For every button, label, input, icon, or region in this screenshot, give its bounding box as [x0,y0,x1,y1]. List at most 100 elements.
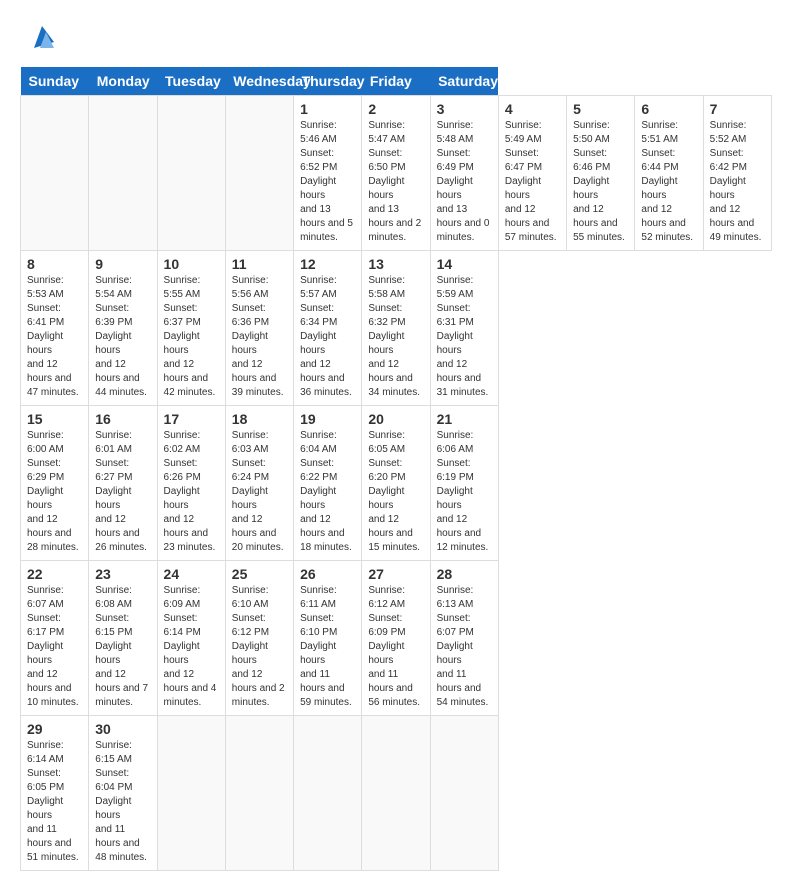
logo [20,20,58,57]
calendar-cell: 19 Sunrise: 6:04 AMSunset: 6:22 PMDayligh… [294,406,362,561]
day-number: 7 [710,101,765,117]
page-header [20,20,772,57]
calendar-body: 1Sunrise: 5:46 AMSunset: 6:52 PMDaylight… [21,96,772,871]
calendar-cell: 13 Sunrise: 5:58 AMSunset: 6:32 PMDayligh… [362,251,430,406]
day-info: Sunrise: 6:14 AMSunset: 6:05 PMDaylight … [27,739,82,865]
calendar-cell: 23Sunrise: 6:08 AMSunset: 6:15 PMDayligh… [89,561,157,716]
day-info: Sunrise: 5:59 AMSunset: 6:31 PMDaylight … [437,274,492,400]
calendar-cell: 1Sunrise: 5:46 AMSunset: 6:52 PMDaylight… [294,96,362,251]
calendar-cell: 29 Sunrise: 6:14 AMSunset: 6:05 PMDayligh… [21,716,89,871]
day-info: Sunrise: 6:13 AMSunset: 6:07 PMDaylight … [437,584,492,710]
weekday-header-sunday: Sunday [21,67,89,96]
logo-icon [26,20,58,57]
calendar-cell: 2 Sunrise: 5:47 AMSunset: 6:50 PMDaylight… [362,96,430,251]
day-info: Sunrise: 5:49 AMSunset: 6:47 PMDaylight … [505,119,560,245]
calendar-cell [225,96,293,251]
day-number: 19 [300,411,355,427]
weekday-header-monday: Monday [89,67,157,96]
calendar-cell: 10 Sunrise: 5:55 AMSunset: 6:37 PMDayligh… [157,251,225,406]
calendar-cell [294,716,362,871]
day-info: Sunrise: 6:02 AMSunset: 6:26 PMDaylight … [164,429,219,555]
day-info: Sunrise: 5:48 AMSunset: 6:49 PMDaylight … [437,119,492,245]
day-number: 23 [95,566,150,582]
calendar-cell [225,716,293,871]
day-info: Sunrise: 5:52 AMSunset: 6:42 PMDaylight … [710,119,765,245]
day-number: 17 [164,411,219,427]
day-number: 12 [300,256,355,272]
day-number: 6 [641,101,696,117]
day-info: Sunrise: 5:56 AMSunset: 6:36 PMDaylight … [232,274,287,400]
day-number: 20 [368,411,423,427]
calendar-cell: 11 Sunrise: 5:56 AMSunset: 6:36 PMDayligh… [225,251,293,406]
calendar-cell [362,716,430,871]
calendar-cell: 5Sunrise: 5:50 AMSunset: 6:46 PMDaylight… [567,96,635,251]
day-info: Sunrise: 6:12 AMSunset: 6:09 PMDaylight … [368,584,423,710]
day-info: Sunrise: 6:06 AMSunset: 6:19 PMDaylight … [437,429,492,555]
day-info: Sunrise: 5:58 AMSunset: 6:32 PMDaylight … [368,274,423,400]
calendar-cell [21,96,89,251]
day-info: Sunrise: 5:47 AMSunset: 6:50 PMDaylight … [368,119,423,245]
day-number: 21 [437,411,492,427]
calendar-cell: 24 Sunrise: 6:09 AMSunset: 6:14 PMDayligh… [157,561,225,716]
weekday-header-saturday: Saturday [430,67,498,96]
day-info: Sunrise: 6:04 AMSunset: 6:22 PMDaylight … [300,429,355,555]
calendar-cell: 28 Sunrise: 6:13 AMSunset: 6:07 PMDayligh… [430,561,498,716]
day-number: 16 [95,411,150,427]
day-info: Sunrise: 5:54 AMSunset: 6:39 PMDaylight … [95,274,150,400]
day-info: Sunrise: 5:51 AMSunset: 6:44 PMDaylight … [641,119,696,245]
day-info: Sunrise: 5:55 AMSunset: 6:37 PMDaylight … [164,274,219,400]
day-info: Sunrise: 6:05 AMSunset: 6:20 PMDaylight … [368,429,423,555]
day-number: 28 [437,566,492,582]
weekday-header-thursday: Thursday [294,67,362,96]
day-info: Sunrise: 5:53 AMSunset: 6:41 PMDaylight … [27,274,82,400]
day-number: 5 [573,101,628,117]
day-number: 11 [232,256,287,272]
day-number: 2 [368,101,423,117]
day-info: Sunrise: 6:03 AMSunset: 6:24 PMDaylight … [232,429,287,555]
day-number: 26 [300,566,355,582]
day-number: 15 [27,411,82,427]
day-number: 4 [505,101,560,117]
calendar-cell [430,716,498,871]
calendar-cell: 4 Sunrise: 5:49 AMSunset: 6:47 PMDaylight… [498,96,566,251]
weekday-header-wednesday: Wednesday [225,67,293,96]
day-number: 29 [27,721,82,737]
calendar-cell [157,96,225,251]
calendar-cell: 15Sunrise: 6:00 AMSunset: 6:29 PMDayligh… [21,406,89,561]
day-number: 8 [27,256,82,272]
day-number: 3 [437,101,492,117]
calendar-cell: 27 Sunrise: 6:12 AMSunset: 6:09 PMDayligh… [362,561,430,716]
day-info: Sunrise: 6:11 AMSunset: 6:10 PMDaylight … [300,584,355,710]
calendar-header-row: SundayMondayTuesdayWednesdayThursdayFrid… [21,67,772,96]
calendar-cell: 25Sunrise: 6:10 AMSunset: 6:12 PMDayligh… [225,561,293,716]
calendar-week-4: 22 Sunrise: 6:07 AMSunset: 6:17 PMDayligh… [21,561,772,716]
calendar-cell: 30Sunrise: 6:15 AMSunset: 6:04 PMDayligh… [89,716,157,871]
calendar-cell: 12Sunrise: 5:57 AMSunset: 6:34 PMDayligh… [294,251,362,406]
calendar-cell: 16Sunrise: 6:01 AMSunset: 6:27 PMDayligh… [89,406,157,561]
calendar-cell: 9 Sunrise: 5:54 AMSunset: 6:39 PMDaylight… [89,251,157,406]
calendar-week-5: 29 Sunrise: 6:14 AMSunset: 6:05 PMDayligh… [21,716,772,871]
calendar-cell: 20 Sunrise: 6:05 AMSunset: 6:20 PMDayligh… [362,406,430,561]
day-number: 27 [368,566,423,582]
day-info: Sunrise: 6:09 AMSunset: 6:14 PMDaylight … [164,584,219,710]
day-number: 24 [164,566,219,582]
weekday-header-friday: Friday [362,67,430,96]
calendar-cell: 26 Sunrise: 6:11 AMSunset: 6:10 PMDayligh… [294,561,362,716]
calendar-cell: 21 Sunrise: 6:06 AMSunset: 6:19 PMDayligh… [430,406,498,561]
day-number: 22 [27,566,82,582]
day-info: Sunrise: 6:07 AMSunset: 6:17 PMDaylight … [27,584,82,710]
day-number: 9 [95,256,150,272]
weekday-header-tuesday: Tuesday [157,67,225,96]
day-number: 14 [437,256,492,272]
day-info: Sunrise: 6:10 AMSunset: 6:12 PMDaylight … [232,584,287,710]
day-number: 10 [164,256,219,272]
calendar-table: SundayMondayTuesdayWednesdayThursdayFrid… [20,67,772,871]
calendar-cell: 17 Sunrise: 6:02 AMSunset: 6:26 PMDayligh… [157,406,225,561]
calendar-week-2: 8 Sunrise: 5:53 AMSunset: 6:41 PMDaylight… [21,251,772,406]
calendar-cell: 8 Sunrise: 5:53 AMSunset: 6:41 PMDaylight… [21,251,89,406]
day-info: Sunrise: 5:46 AMSunset: 6:52 PMDaylight … [300,119,355,245]
calendar-cell: 6 Sunrise: 5:51 AMSunset: 6:44 PMDaylight… [635,96,703,251]
calendar-week-3: 15Sunrise: 6:00 AMSunset: 6:29 PMDayligh… [21,406,772,561]
day-number: 13 [368,256,423,272]
calendar-cell: 7 Sunrise: 5:52 AMSunset: 6:42 PMDaylight… [703,96,771,251]
